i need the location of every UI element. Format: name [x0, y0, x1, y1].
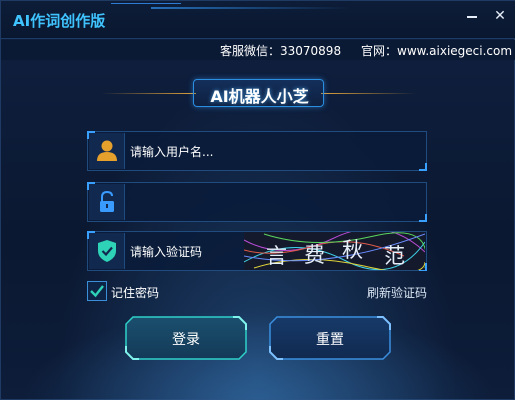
minimize-button[interactable]	[462, 7, 482, 25]
close-icon: ✕	[494, 8, 506, 24]
banner-title: AI机器人小芝	[210, 87, 309, 106]
checkmark-icon	[90, 285, 104, 298]
user-icon	[89, 133, 125, 169]
captcha-char: 范	[384, 244, 405, 268]
customer-service-wechat: 客服微信：33070898	[220, 44, 342, 58]
captcha-char: 言	[266, 244, 287, 268]
remember-label: 记住密码	[111, 286, 160, 300]
captcha-placeholder: 请输入验证码	[130, 245, 203, 259]
captcha-char: 费	[304, 243, 325, 267]
minimize-icon	[467, 16, 477, 18]
reset-button[interactable]: 重置	[269, 316, 391, 360]
background-glow	[1, 301, 515, 400]
title-bar[interactable]: AI作词创作版 ✕	[1, 1, 515, 39]
captcha-char: 秋	[342, 238, 363, 262]
login-label: 登录	[172, 332, 200, 348]
info-bar: 客服微信：33070898 官网：www.aixiegeci.com	[1, 40, 515, 60]
password-field[interactable]	[87, 182, 427, 222]
app-title: AI作词创作版	[13, 12, 106, 30]
captcha-image[interactable]: 言 费 秋 范	[244, 232, 425, 270]
login-window: AI作词创作版 ✕ 客服微信：33070898 官网：www.aixiegeci…	[0, 0, 515, 400]
refresh-captcha-link[interactable]: 刷新验证码	[367, 284, 427, 301]
username-field[interactable]: 请输入用户名...	[87, 131, 427, 171]
title-decoration-bar	[151, 7, 351, 9]
title-decoration-line	[111, 3, 181, 4]
banner-frame: AI机器人小芝	[193, 79, 324, 107]
remember-checkbox[interactable]	[87, 281, 107, 301]
lock-icon	[89, 184, 125, 220]
banner: AI机器人小芝	[1, 76, 515, 112]
login-button[interactable]: 登录	[125, 316, 247, 360]
official-website: 官网：www.aixiegeci.com	[361, 44, 513, 58]
close-button[interactable]: ✕	[490, 7, 510, 25]
banner-line-left	[101, 93, 196, 94]
banner-line-right	[321, 93, 416, 94]
shield-check-icon	[89, 233, 125, 269]
reset-label: 重置	[316, 332, 344, 348]
username-placeholder: 请输入用户名...	[130, 145, 214, 159]
